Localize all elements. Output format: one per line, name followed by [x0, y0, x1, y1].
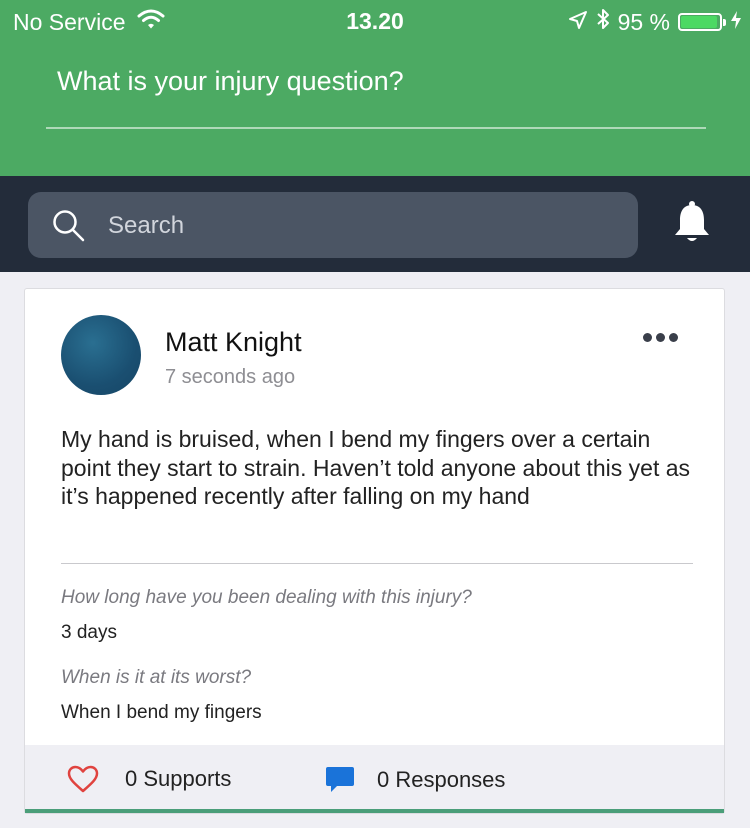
detail-answer: 3 days — [61, 622, 117, 643]
input-underline — [46, 127, 706, 129]
charging-icon — [730, 9, 742, 36]
post-actions: 0 Supports 0 Responses — [25, 745, 724, 813]
dot — [656, 333, 665, 342]
detail-question: How long have you been dealing with this… — [61, 587, 472, 608]
divider — [61, 563, 693, 564]
heart-icon — [67, 765, 99, 793]
support-button[interactable]: 0 Supports — [67, 765, 231, 793]
battery-icon — [678, 13, 726, 31]
battery-level — [681, 16, 718, 28]
injury-question-input[interactable]: What is your injury question? — [57, 66, 404, 97]
author-name[interactable]: Matt Knight — [165, 327, 302, 358]
search-placeholder: Search — [108, 212, 185, 239]
bluetooth-icon — [596, 8, 610, 36]
post-body: My hand is bruised, when I bend my finge… — [61, 426, 691, 509]
chat-bubble-icon — [325, 765, 355, 795]
status-bar: No Service 13.20 95 % — [0, 0, 750, 42]
supports-count: 0 Supports — [125, 766, 232, 791]
post-card: Matt Knight 7 seconds ago My hand is bru… — [24, 288, 725, 814]
header: No Service 13.20 95 % What is your injur… — [0, 0, 750, 176]
detail-question: When is it at its worst? — [61, 667, 252, 688]
responses-count: 0 Responses — [377, 767, 506, 792]
detail-answer: When I bend my fingers — [61, 702, 262, 723]
dot — [669, 333, 678, 342]
search-input[interactable]: Search — [28, 192, 638, 258]
search-icon — [52, 209, 86, 248]
bell-icon[interactable] — [672, 200, 712, 251]
dot — [643, 333, 652, 342]
avatar[interactable] — [61, 315, 141, 395]
search-bar: Search — [0, 176, 750, 272]
card-bottom-accent — [25, 809, 724, 813]
post-timestamp: 7 seconds ago — [165, 366, 296, 388]
more-options-icon[interactable] — [643, 333, 678, 342]
responses-button[interactable]: 0 Responses — [325, 765, 505, 795]
battery-percent: 95 % — [617, 8, 670, 35]
location-arrow-icon — [568, 9, 588, 36]
